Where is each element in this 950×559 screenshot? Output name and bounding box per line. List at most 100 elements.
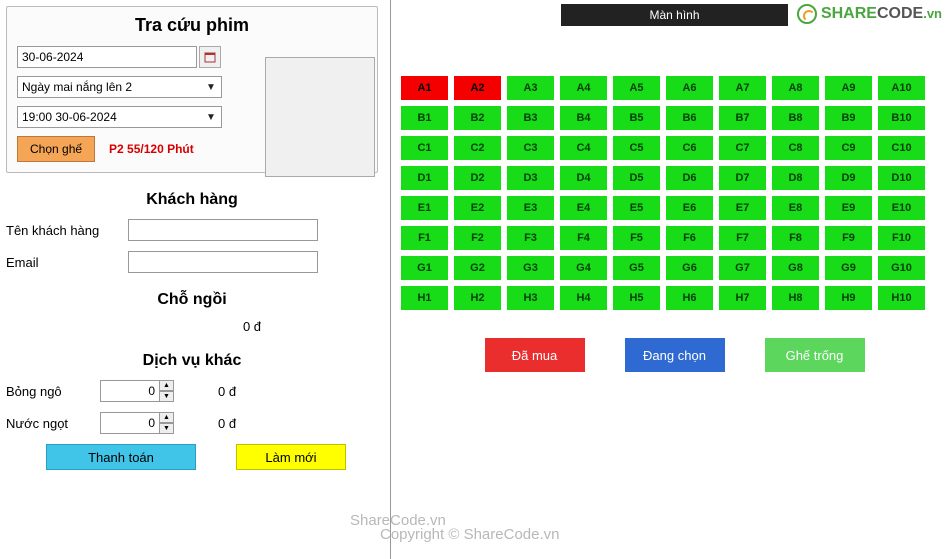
seat-e5[interactable]: E5	[613, 196, 660, 220]
seat-f7[interactable]: F7	[719, 226, 766, 250]
seat-f9[interactable]: F9	[825, 226, 872, 250]
movie-status: P2 55/120 Phút	[109, 142, 194, 156]
seat-g1[interactable]: G1	[401, 256, 448, 280]
email-input[interactable]	[128, 251, 318, 273]
seat-h3[interactable]: H3	[507, 286, 554, 310]
seat-e2[interactable]: E2	[454, 196, 501, 220]
seat-e6[interactable]: E6	[666, 196, 713, 220]
choose-seat-button[interactable]: Chọn ghế	[17, 136, 95, 162]
seat-d6[interactable]: D6	[666, 166, 713, 190]
seat-a2[interactable]: A2	[454, 76, 501, 100]
seat-c9[interactable]: C9	[825, 136, 872, 160]
seat-h7[interactable]: H7	[719, 286, 766, 310]
seat-c1[interactable]: C1	[401, 136, 448, 160]
seat-b2[interactable]: B2	[454, 106, 501, 130]
seat-c6[interactable]: C6	[666, 136, 713, 160]
seat-b5[interactable]: B5	[613, 106, 660, 130]
seat-f5[interactable]: F5	[613, 226, 660, 250]
seat-b4[interactable]: B4	[560, 106, 607, 130]
seat-d10[interactable]: D10	[878, 166, 925, 190]
seat-b9[interactable]: B9	[825, 106, 872, 130]
popcorn-down-button[interactable]: ▼	[160, 391, 174, 402]
popcorn-up-button[interactable]: ▲	[160, 380, 174, 391]
seat-f4[interactable]: F4	[560, 226, 607, 250]
seat-a1[interactable]: A1	[401, 76, 448, 100]
seat-a9[interactable]: A9	[825, 76, 872, 100]
seat-e4[interactable]: E4	[560, 196, 607, 220]
seat-f1[interactable]: F1	[401, 226, 448, 250]
seat-e3[interactable]: E3	[507, 196, 554, 220]
seat-b1[interactable]: B1	[401, 106, 448, 130]
seat-g10[interactable]: G10	[878, 256, 925, 280]
seat-g6[interactable]: G6	[666, 256, 713, 280]
seat-c8[interactable]: C8	[772, 136, 819, 160]
seat-b6[interactable]: B6	[666, 106, 713, 130]
seat-g8[interactable]: G8	[772, 256, 819, 280]
seat-e8[interactable]: E8	[772, 196, 819, 220]
soda-qty-input[interactable]	[100, 412, 160, 434]
seat-f8[interactable]: F8	[772, 226, 819, 250]
seat-d8[interactable]: D8	[772, 166, 819, 190]
seat-b10[interactable]: B10	[878, 106, 925, 130]
seat-f3[interactable]: F3	[507, 226, 554, 250]
seating-title: Chỗ ngồi	[6, 291, 378, 309]
seat-f10[interactable]: F10	[878, 226, 925, 250]
seat-h10[interactable]: H10	[878, 286, 925, 310]
seat-e1[interactable]: E1	[401, 196, 448, 220]
seat-e7[interactable]: E7	[719, 196, 766, 220]
seating-total: 0 đ	[6, 319, 378, 334]
seat-g9[interactable]: G9	[825, 256, 872, 280]
reset-button[interactable]: Làm mới	[236, 444, 346, 470]
seat-h1[interactable]: H1	[401, 286, 448, 310]
popcorn-qty-input[interactable]	[100, 380, 160, 402]
seat-f6[interactable]: F6	[666, 226, 713, 250]
seat-c10[interactable]: C10	[878, 136, 925, 160]
seat-d1[interactable]: D1	[401, 166, 448, 190]
seat-d9[interactable]: D9	[825, 166, 872, 190]
calendar-icon[interactable]	[199, 46, 221, 68]
date-input[interactable]	[17, 46, 197, 68]
seat-a3[interactable]: A3	[507, 76, 554, 100]
seat-g4[interactable]: G4	[560, 256, 607, 280]
seat-a10[interactable]: A10	[878, 76, 925, 100]
seat-d4[interactable]: D4	[560, 166, 607, 190]
seat-a4[interactable]: A4	[560, 76, 607, 100]
seat-f2[interactable]: F2	[454, 226, 501, 250]
seat-c5[interactable]: C5	[613, 136, 660, 160]
showtime-combo[interactable]: 19:00 30-06-2024 ▼	[17, 106, 222, 128]
seat-h4[interactable]: H4	[560, 286, 607, 310]
seat-g3[interactable]: G3	[507, 256, 554, 280]
seat-b8[interactable]: B8	[772, 106, 819, 130]
seat-g2[interactable]: G2	[454, 256, 501, 280]
customer-name-label: Tên khách hàng	[6, 223, 116, 238]
seat-a5[interactable]: A5	[613, 76, 660, 100]
seat-h9[interactable]: H9	[825, 286, 872, 310]
soda-down-button[interactable]: ▼	[160, 423, 174, 434]
seat-h5[interactable]: H5	[613, 286, 660, 310]
seat-d3[interactable]: D3	[507, 166, 554, 190]
seat-h6[interactable]: H6	[666, 286, 713, 310]
seat-a7[interactable]: A7	[719, 76, 766, 100]
seat-h2[interactable]: H2	[454, 286, 501, 310]
seat-d2[interactable]: D2	[454, 166, 501, 190]
seat-g7[interactable]: G7	[719, 256, 766, 280]
seat-c4[interactable]: C4	[560, 136, 607, 160]
customer-name-input[interactable]	[128, 219, 318, 241]
soda-up-button[interactable]: ▲	[160, 412, 174, 423]
seat-a6[interactable]: A6	[666, 76, 713, 100]
seat-d7[interactable]: D7	[719, 166, 766, 190]
seat-c2[interactable]: C2	[454, 136, 501, 160]
seat-e9[interactable]: E9	[825, 196, 872, 220]
seat-b3[interactable]: B3	[507, 106, 554, 130]
movie-combo[interactable]: Ngày mai nắng lên 2 ▼	[17, 76, 222, 98]
seat-c3[interactable]: C3	[507, 136, 554, 160]
seat-g5[interactable]: G5	[613, 256, 660, 280]
chevron-down-icon: ▼	[203, 82, 219, 93]
seat-b7[interactable]: B7	[719, 106, 766, 130]
seat-e10[interactable]: E10	[878, 196, 925, 220]
pay-button[interactable]: Thanh toán	[46, 444, 196, 470]
seat-c7[interactable]: C7	[719, 136, 766, 160]
seat-h8[interactable]: H8	[772, 286, 819, 310]
seat-a8[interactable]: A8	[772, 76, 819, 100]
seat-d5[interactable]: D5	[613, 166, 660, 190]
